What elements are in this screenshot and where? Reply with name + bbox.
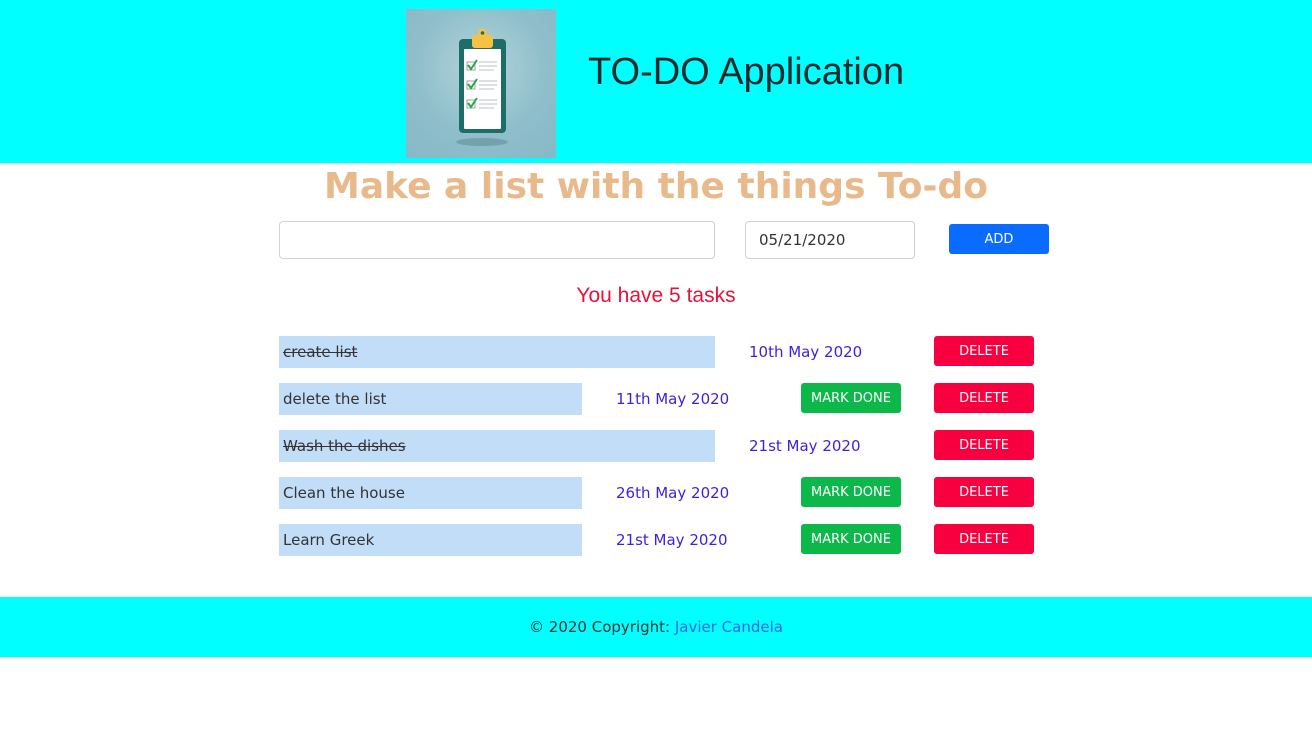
app-title: TO-DO Application [588,51,905,93]
task-row: delete the list 11th May 2020 MARK DONE … [0,383,1312,415]
task-date: 10th May 2020 [749,343,863,361]
author-link[interactable]: Javier Candela [675,618,783,636]
task-row: create list 10th May 2020 DELETE [0,336,1312,368]
mark-done-button[interactable]: MARK DONE [801,477,901,507]
task-row: Learn Greek 21st May 2020 MARK DONE DELE… [0,524,1312,556]
task-text: Learn Greek [279,524,582,556]
task-text: delete the list [279,383,582,415]
clipboard-checklist-icon [406,9,556,158]
mark-done-button[interactable]: MARK DONE [801,383,901,413]
task-count: You have 5 tasks [576,284,736,307]
task-row: Clean the house 26th May 2020 MARK DONE … [0,477,1312,509]
header: TO-DO Application [0,0,1312,163]
task-date: 11th May 2020 [616,390,730,408]
task-text: Wash the dishes [279,430,715,462]
add-button[interactable]: ADD [949,224,1049,254]
task-date: 26th May 2020 [616,484,730,502]
date-input[interactable] [745,221,915,259]
task-text: Clean the house [279,477,582,509]
delete-button[interactable]: DELETE [934,430,1034,460]
copyright-text: © 2020 Copyright: [529,618,675,636]
footer: © 2020 Copyright: Javier Candela [0,597,1312,657]
task-text: create list [279,336,715,368]
task-date: 21st May 2020 [616,531,728,549]
task-row: Wash the dishes 21st May 2020 DELETE [0,430,1312,462]
task-input[interactable] [279,221,715,259]
delete-button[interactable]: DELETE [934,383,1034,413]
task-date: 21st May 2020 [749,437,861,455]
mark-done-button[interactable]: MARK DONE [801,524,901,554]
delete-button[interactable]: DELETE [934,524,1034,554]
delete-button[interactable]: DELETE [934,336,1034,366]
page-subtitle: Make a list with the things To-do [324,166,988,207]
delete-button[interactable]: DELETE [934,477,1034,507]
